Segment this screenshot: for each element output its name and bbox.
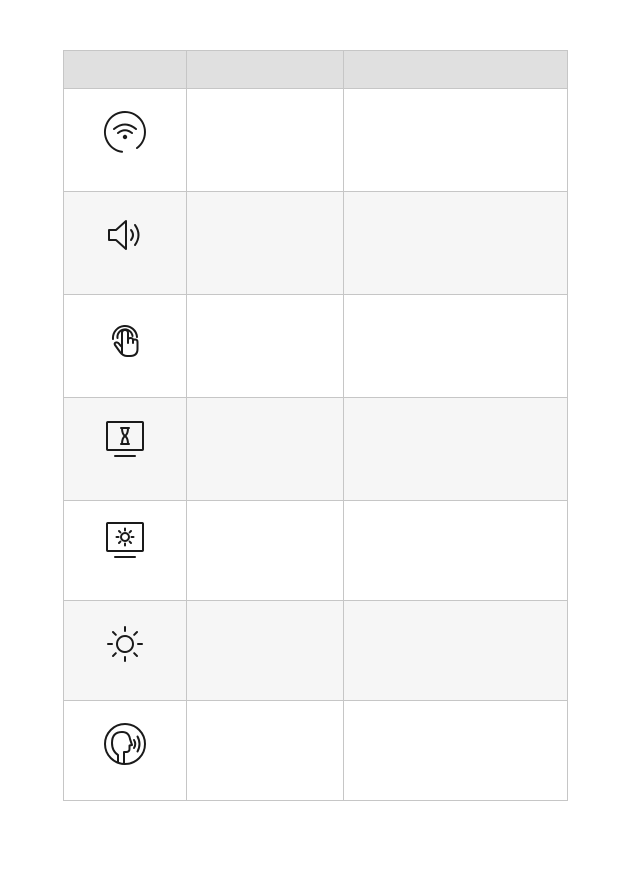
icon-reference-table: [63, 50, 568, 801]
cell-text: [187, 501, 343, 517]
table-row: [63, 700, 568, 801]
icon-cell: [63, 600, 187, 701]
volume-icon: [100, 210, 150, 260]
table-row: [63, 397, 568, 501]
row-text-cell: [186, 397, 344, 501]
monitor-brightness-icon: [100, 519, 150, 569]
cell-text: [187, 192, 343, 208]
brightness-sun-icon: [100, 619, 150, 669]
row-text-cell: [343, 600, 568, 701]
row-text-cell: [343, 397, 568, 501]
table-header-row: [63, 50, 568, 89]
cell-text: [344, 701, 567, 717]
cell-text: [344, 89, 567, 105]
header-cell-3: [343, 50, 568, 89]
icon-cell: [63, 294, 187, 398]
table-row: [63, 500, 568, 601]
row-text-cell: [186, 700, 344, 801]
cell-text: [344, 192, 567, 208]
header-cell-2: [186, 50, 344, 89]
table-row: [63, 88, 568, 192]
row-text-cell: [186, 191, 344, 295]
icon-cell: [63, 700, 187, 801]
voice-speaking-icon: [100, 719, 150, 769]
wifi-icon: [100, 107, 150, 157]
icon-cell: [63, 397, 187, 501]
cell-text: [187, 701, 343, 717]
table-row: [63, 600, 568, 701]
row-text-cell: [186, 294, 344, 398]
row-text-cell: [343, 191, 568, 295]
cell-text: [187, 89, 343, 105]
row-text-cell: [343, 88, 568, 192]
row-text-cell: [343, 500, 568, 601]
icon-cell: [63, 191, 187, 295]
cell-text: [344, 295, 567, 311]
row-text-cell: [186, 500, 344, 601]
row-text-cell: [343, 700, 568, 801]
cell-text: [344, 601, 567, 617]
row-text-cell: [186, 88, 344, 192]
icon-cell: [63, 88, 187, 192]
table-row: [63, 294, 568, 398]
monitor-hourglass-icon: [100, 416, 150, 466]
cell-text: [344, 501, 567, 517]
icon-cell: [63, 500, 187, 601]
header-cell-icon: [63, 50, 187, 89]
touch-gesture-icon: [100, 313, 150, 363]
cell-text: [187, 601, 343, 617]
cell-text: [344, 398, 567, 414]
cell-text: [187, 398, 343, 414]
cell-text: [187, 295, 343, 311]
row-text-cell: [343, 294, 568, 398]
row-text-cell: [186, 600, 344, 701]
table-row: [63, 191, 568, 295]
